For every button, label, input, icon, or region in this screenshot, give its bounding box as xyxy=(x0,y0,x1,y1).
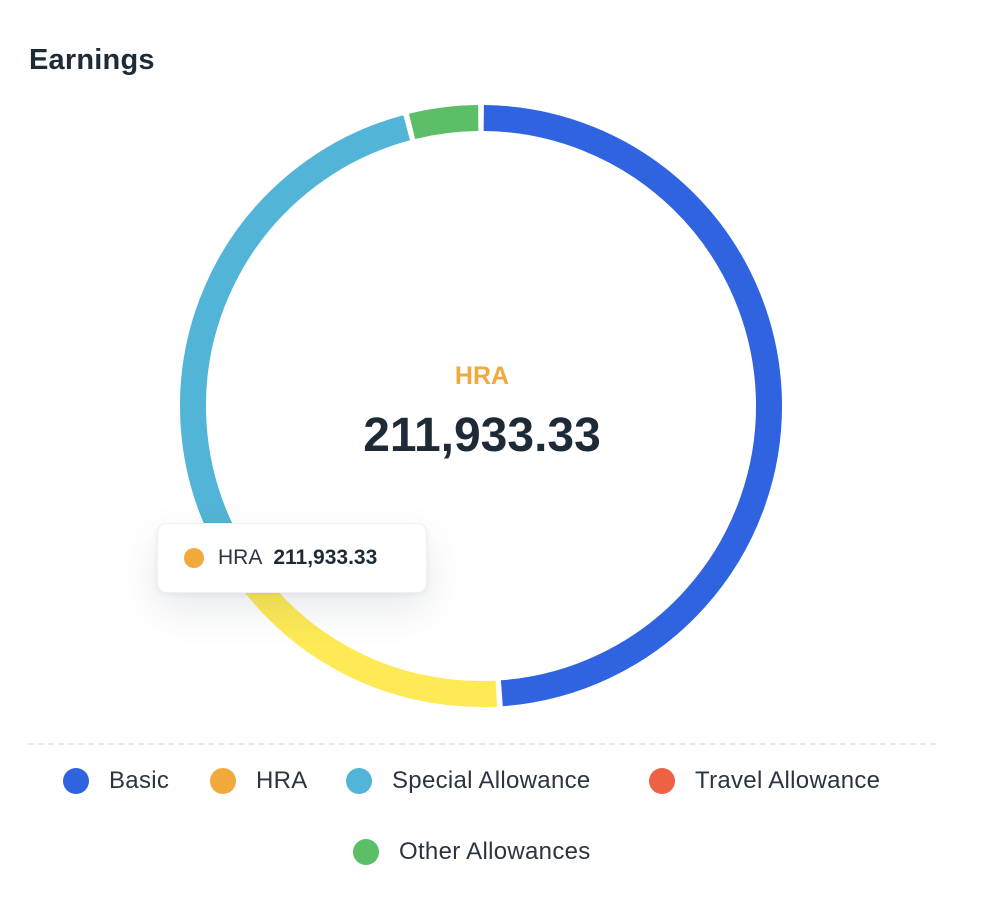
donut-slice-special-allowance[interactable] xyxy=(180,115,411,549)
tooltip-series-name: HRA xyxy=(218,546,263,569)
legend-item-travel-allowance[interactable]: Travel Allowance xyxy=(649,761,880,801)
tooltip-color-dot xyxy=(184,548,204,568)
donut-slices xyxy=(180,105,782,707)
donut-slice-other-allowances[interactable] xyxy=(408,105,479,140)
legend-item-special-allowance[interactable]: Special Allowance xyxy=(346,761,591,801)
legend-dot-special-allowance xyxy=(346,768,372,794)
donut-slice-basic[interactable] xyxy=(483,105,782,707)
chart-tooltip: HRA 211,933.33 xyxy=(157,523,427,593)
legend-dot-basic xyxy=(63,768,89,794)
legend-item-other-allowances[interactable]: Other Allowances xyxy=(353,832,591,872)
legend-item-basic[interactable]: Basic xyxy=(63,761,169,801)
legend-label: Other Allowances xyxy=(399,838,591,865)
legend-label: Basic xyxy=(109,767,170,794)
legend-dot-other-allowances xyxy=(353,839,379,865)
center-label: HRA xyxy=(454,362,510,390)
legend-label: Travel Allowance xyxy=(695,767,881,794)
legend-divider xyxy=(28,743,936,745)
tooltip-value: 211,933.33 xyxy=(273,546,378,569)
legend-item-hra[interactable]: HRA xyxy=(210,761,308,801)
legend-label: HRA xyxy=(256,767,308,794)
legend-dot-hra xyxy=(210,768,236,794)
legend-dot-travel-allowance xyxy=(649,768,675,794)
legend-label: Special Allowance xyxy=(392,767,591,794)
center-value: 211,933.33 xyxy=(363,409,601,462)
